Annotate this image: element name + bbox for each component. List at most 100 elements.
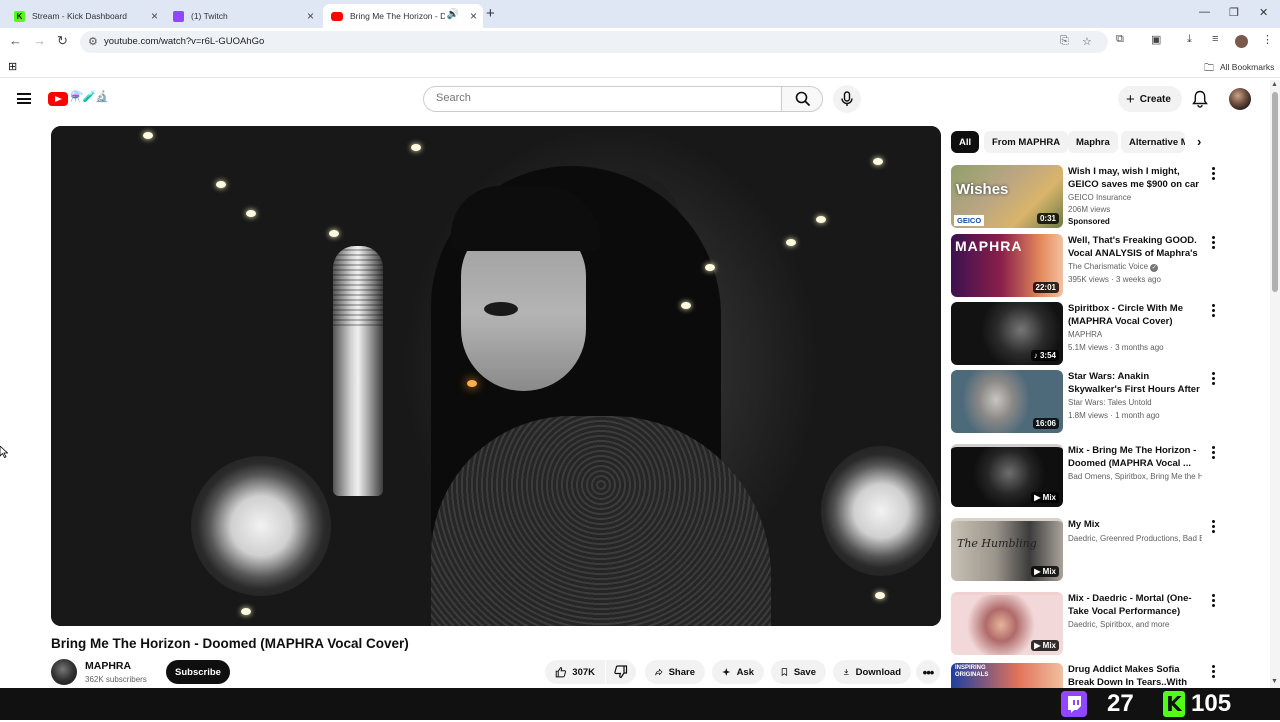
- recommendation-item[interactable]: MAPHRA 22:01 Well, That's Freaking GOOD.…: [951, 234, 1221, 298]
- recommendation-title[interactable]: Mix - Bring Me The Horizon - Doomed (MAP…: [1068, 444, 1202, 470]
- video-thumbnail[interactable]: Wishes GEICO 0:31: [951, 165, 1063, 228]
- new-tab-button[interactable]: +: [486, 5, 495, 22]
- download-button[interactable]: Download: [833, 660, 911, 684]
- address-bar[interactable]: ⚙ youtube.com/watch?v=r6L-GUOAhGo ⎘ ☆: [80, 31, 1108, 53]
- save-button[interactable]: Save: [771, 660, 826, 684]
- recommendation-item[interactable]: ▶ Mix Mix - Daedric - Mortal (One-Take V…: [951, 592, 1221, 656]
- video-thumbnail[interactable]: 16:06: [951, 370, 1063, 433]
- voice-search-button[interactable]: [833, 85, 861, 113]
- recommendation-title[interactable]: Spiritbox - Circle With Me (MAPHRA Vocal…: [1068, 302, 1202, 328]
- recommendation-title[interactable]: My Mix: [1068, 518, 1202, 531]
- create-button[interactable]: + Create: [1118, 86, 1182, 112]
- url-text[interactable]: youtube.com/watch?v=r6L-GUOAhGo: [104, 36, 264, 47]
- video-thumbnail[interactable]: MAPHRA 22:01: [951, 234, 1063, 297]
- close-tab-icon[interactable]: ×: [307, 9, 314, 23]
- all-bookmarks-link[interactable]: All Bookmarks: [1220, 62, 1274, 72]
- profile-avatar-icon[interactable]: [1235, 35, 1248, 48]
- video-thumbnail[interactable]: ▶ Mix: [951, 444, 1063, 507]
- bokeh-light: [816, 216, 826, 223]
- audio-playing-icon[interactable]: 🔊: [447, 9, 459, 20]
- bookmark-star-icon[interactable]: ☆: [1082, 35, 1092, 48]
- tab-youtube-video[interactable]: Bring Me The Horizon - Doomed (MAPHRA Vo…: [323, 4, 483, 28]
- youtube-doodle-icon[interactable]: ⚗️🧪🔬: [70, 90, 109, 103]
- scrollbar-thumb[interactable]: [1272, 92, 1278, 292]
- share-button[interactable]: Share: [645, 660, 705, 684]
- recommendation-title[interactable]: Well, That's Freaking GOOD. Vocal ANALYS…: [1068, 234, 1202, 260]
- more-options-icon[interactable]: [1212, 372, 1216, 387]
- recommendation-item[interactable]: The Humbling ▶ Mix My Mix Daedric, Green…: [951, 518, 1221, 582]
- bookmark-icon: [781, 668, 788, 677]
- ask-button[interactable]: Ask: [712, 660, 764, 684]
- more-options-icon[interactable]: [1212, 665, 1216, 680]
- scroll-down-icon[interactable]: ▼: [1271, 678, 1278, 685]
- tab-kick-dashboard[interactable]: K Stream - Kick Dashboard ×: [6, 4, 164, 28]
- more-options-icon[interactable]: [1212, 446, 1216, 461]
- video-thumbnail[interactable]: ▶ Mix: [951, 592, 1063, 655]
- more-options-icon[interactable]: [1212, 594, 1216, 609]
- download-icon[interactable]: ⤓: [1187, 33, 1192, 46]
- search-button[interactable]: [781, 86, 823, 112]
- minimize-icon[interactable]: —: [1199, 6, 1210, 18]
- more-actions-button[interactable]: •••: [916, 660, 940, 684]
- extensions-icon[interactable]: ⧉: [1116, 33, 1124, 46]
- dislike-button[interactable]: [606, 660, 636, 684]
- duration-badge: 16:06: [1032, 418, 1059, 429]
- browser-menu-icon[interactable]: ⋮: [1262, 33, 1273, 46]
- like-button[interactable]: 307K: [545, 660, 605, 684]
- media-control-icon[interactable]: ≡: [1212, 33, 1218, 45]
- recommendation-item[interactable]: ▶ Mix Mix - Bring Me The Horizon - Doome…: [951, 444, 1221, 508]
- video-player[interactable]: [51, 126, 941, 626]
- recommendation-channel[interactable]: GEICO Insurance: [1068, 193, 1202, 202]
- close-tab-icon[interactable]: ×: [151, 9, 158, 23]
- recommendation-item[interactable]: INSPIRING ORIGINALS Drug Addict Makes So…: [951, 663, 1221, 688]
- more-options-icon[interactable]: [1212, 304, 1216, 319]
- chip-maphra[interactable]: Maphra: [1068, 131, 1118, 153]
- video-thumbnail[interactable]: INSPIRING ORIGINALS: [951, 663, 1063, 688]
- more-options-icon[interactable]: [1212, 167, 1216, 182]
- menu-icon[interactable]: [17, 93, 31, 104]
- chevron-right-icon[interactable]: ›: [1197, 134, 1201, 149]
- chip-from-maphra[interactable]: From MAPHRA: [984, 131, 1069, 153]
- close-window-icon[interactable]: ✕: [1259, 6, 1268, 19]
- recommendation-title[interactable]: Star Wars: Anakin Skywalker's First Hour…: [1068, 370, 1202, 396]
- restore-icon[interactable]: ❐: [1229, 6, 1239, 19]
- sidebar-icon[interactable]: ▣: [1151, 33, 1161, 46]
- apps-grid-icon[interactable]: ⊞: [8, 60, 17, 73]
- recommendation-channel[interactable]: Daedric, Spiritbox, and more: [1068, 620, 1202, 629]
- reload-icon[interactable]: ↻: [57, 33, 68, 49]
- recommendation-title[interactable]: Drug Addict Makes Sofia Break Down In Te…: [1068, 663, 1202, 688]
- search-input[interactable]: [436, 92, 766, 104]
- recommendation-title[interactable]: Wish I may, wish I might, GEICO saves me…: [1068, 165, 1202, 191]
- youtube-logo-icon[interactable]: [48, 92, 68, 106]
- back-icon[interactable]: ←: [9, 33, 22, 48]
- site-info-icon[interactable]: ⚙: [88, 35, 98, 48]
- recommendation-item[interactable]: ♪ 3:54 Spiritbox - Circle With Me (MAPHR…: [951, 302, 1221, 366]
- video-thumbnail[interactable]: The Humbling ▶ Mix: [951, 518, 1063, 581]
- subscribe-button[interactable]: Subscribe: [166, 660, 230, 684]
- close-tab-icon[interactable]: ×: [470, 9, 477, 23]
- forward-icon[interactable]: →: [33, 33, 46, 48]
- more-options-icon[interactable]: [1212, 236, 1216, 251]
- channel-avatar[interactable]: [51, 659, 77, 685]
- bokeh-light: [143, 132, 153, 139]
- notifications-bell-icon[interactable]: [1192, 90, 1208, 108]
- chip-all[interactable]: All: [951, 131, 980, 153]
- channel-name[interactable]: MAPHRA: [85, 660, 131, 672]
- download-label: Download: [855, 666, 901, 678]
- tab-twitch[interactable]: (1) Twitch ×: [165, 4, 320, 28]
- recommendation-meta: 1.8M views · 1 month ago: [1068, 411, 1160, 420]
- recommendation-channel[interactable]: Star Wars: Tales Untold: [1068, 398, 1202, 407]
- recommendation-channel[interactable]: The Charismatic Voice ✓: [1068, 262, 1202, 272]
- recommendation-item[interactable]: 16:06 Star Wars: Anakin Skywalker's Firs…: [951, 370, 1221, 434]
- recommendation-channel[interactable]: Daedric, Greenred Productions, Bad Bun..…: [1068, 534, 1202, 543]
- recommendation-channel[interactable]: Bad Omens, Spiritbox, Bring Me the Hori.…: [1068, 472, 1202, 481]
- scroll-up-icon[interactable]: ▲: [1271, 81, 1278, 88]
- chip-alternative[interactable]: Alternative M: [1121, 131, 1185, 153]
- more-options-icon[interactable]: [1212, 520, 1216, 535]
- recommendation-channel[interactable]: MAPHRA: [1068, 330, 1202, 339]
- recommendation-item[interactable]: Wishes GEICO 0:31 Wish I may, wish I mig…: [951, 165, 1221, 229]
- account-avatar[interactable]: [1229, 88, 1251, 110]
- recommendation-title[interactable]: Mix - Daedric - Mortal (One-Take Vocal P…: [1068, 592, 1202, 618]
- video-thumbnail[interactable]: ♪ 3:54: [951, 302, 1063, 365]
- install-app-icon[interactable]: ⎘: [1060, 35, 1069, 48]
